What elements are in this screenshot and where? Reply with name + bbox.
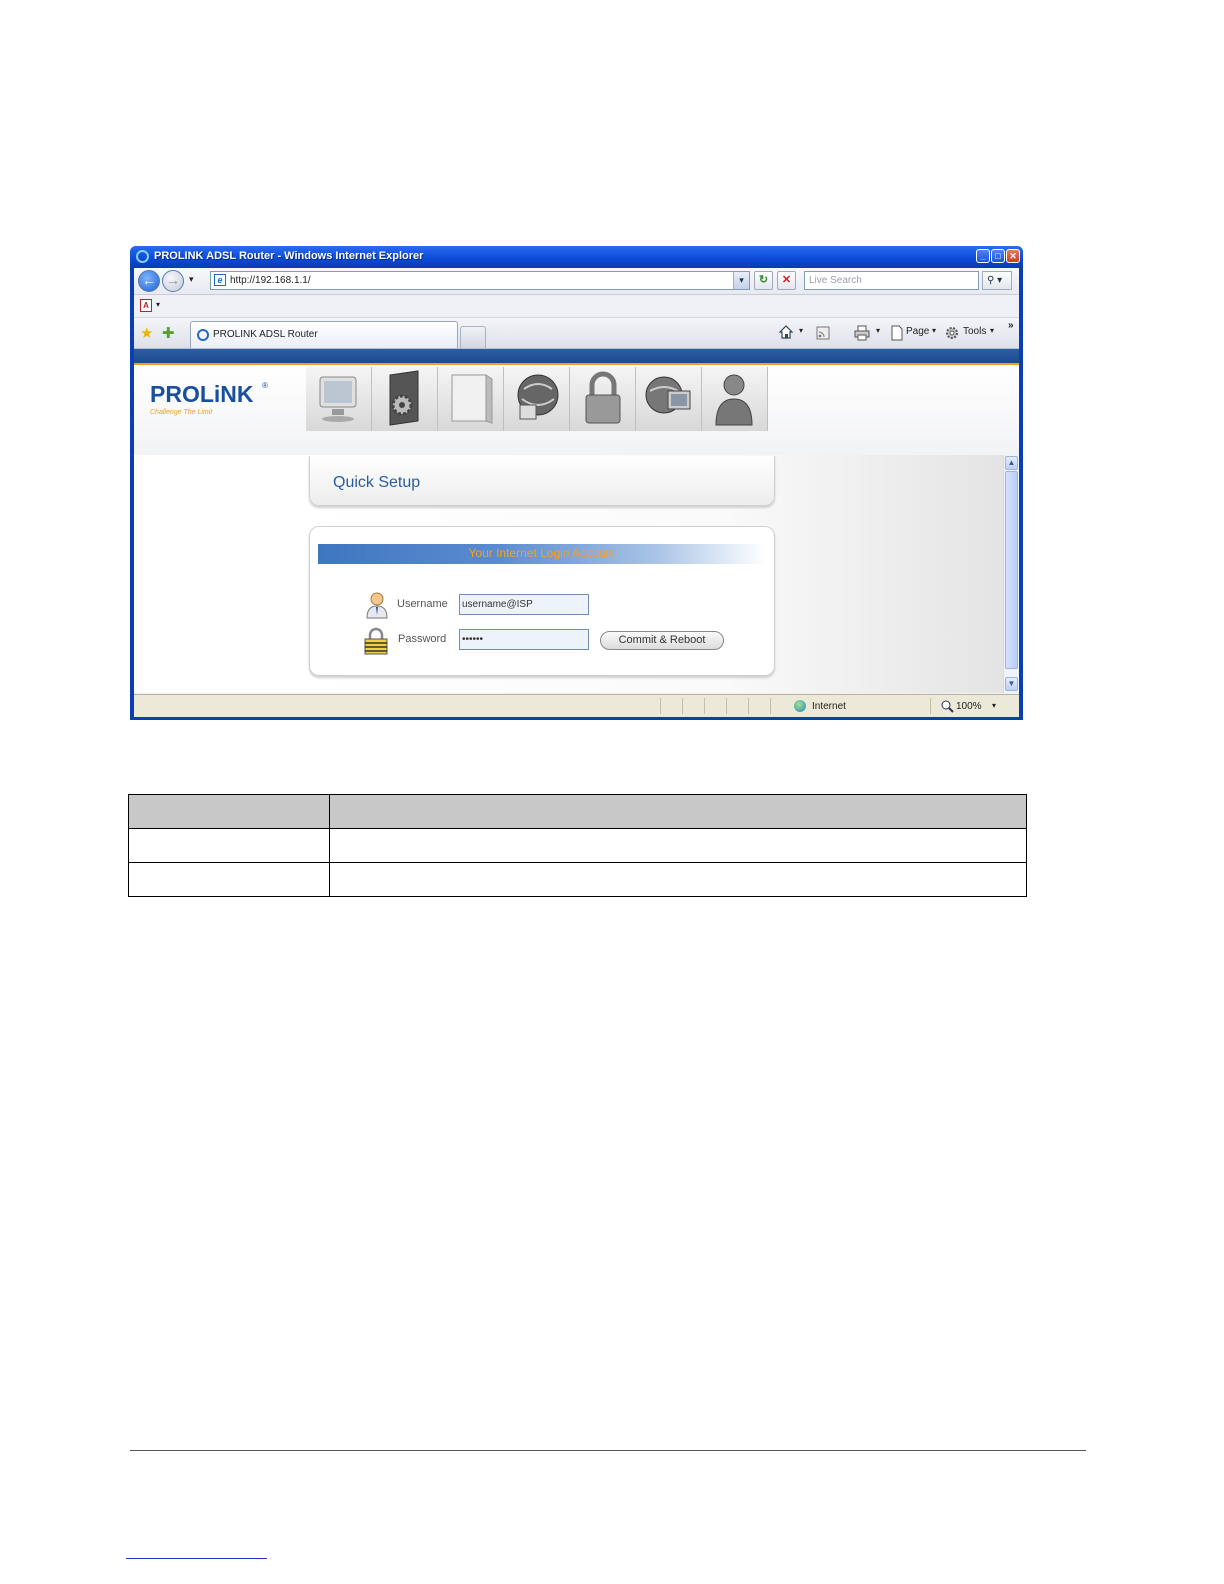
scroll-down-button[interactable]: ▼ [1005,677,1018,691]
tab-bar: ★ ✚ PROLINK ADSL Router ▾ ▾ Page ▾ Tools… [134,318,1019,349]
home-dropdown-icon[interactable]: ▾ [799,326,803,335]
stop-button[interactable]: ✕ [777,271,796,290]
internet-zone-icon [794,700,806,712]
page-dropdown-icon[interactable]: ▾ [932,326,936,335]
feeds-icon[interactable] [816,326,830,340]
padlock-icon [364,627,388,655]
address-dropdown-icon[interactable]: ▾ [733,272,749,289]
left-sidebar [134,455,306,693]
pdf-icon[interactable]: A [140,299,152,312]
user-icon[interactable] [702,367,768,431]
security-zone: Internet [812,701,846,712]
footer-link-underline[interactable] [126,1558,267,1559]
status-divider [748,698,749,714]
table-cell [128,794,330,829]
login-form-panel: Your Internet Login Account Username use… [309,526,775,676]
new-tab-button[interactable] [460,326,486,348]
page-menu-icon [891,325,903,341]
commit-reboot-button[interactable]: Commit & Reboot [600,631,724,650]
zoom-level[interactable]: 100% [956,701,982,712]
prolink-logo: PROLiNK [150,381,254,407]
status-divider [770,698,771,714]
table-row [128,862,1027,897]
maximize-button[interactable]: □ [991,249,1005,263]
navigation-bar: ← → ▾ e http://192.168.1.1/ ▾ ↻ ✕ Live S… [134,268,1019,295]
status-divider [930,698,931,714]
browser-window: PROLINK ADSL Router - Windows Internet E… [130,246,1023,720]
title-bar[interactable]: PROLINK ADSL Router - Windows Internet E… [130,246,1023,268]
zoom-dropdown-icon[interactable]: ▾ [992,701,996,710]
status-divider [660,698,661,714]
username-label: Username [397,598,448,610]
login-header-bar: Your Internet Login Account [318,544,766,564]
search-placeholder: Live Search [809,275,862,286]
status-divider [726,698,727,714]
page-title: Quick Setup [333,474,421,491]
status-divider [704,698,705,714]
browser-client: ← → ▾ e http://192.168.1.1/ ▾ ↻ ✕ Live S… [134,268,1019,717]
internet-globe-icon[interactable] [636,367,702,431]
history-dropdown-icon[interactable]: ▾ [189,274,194,285]
router-header: PROLiNK ® Challenge The Limit [134,365,1019,456]
login-title: Your Internet Login Account [468,546,616,560]
vertical-scrollbar[interactable]: ▲ ▼ [1003,455,1019,693]
back-button[interactable]: ← [138,270,160,292]
monitor-icon[interactable] [306,367,372,431]
web-page: PROLiNK ® Challenge The Limit Quick Setu… [134,349,1019,693]
address-bar[interactable]: e http://192.168.1.1/ ▾ [210,271,750,290]
close-button[interactable]: ✕ [1006,249,1020,263]
device-icon[interactable] [438,367,504,431]
page-menu[interactable]: Page [906,326,929,337]
logo-registered-mark: ® [262,381,268,390]
user-avatar-icon [366,592,388,619]
search-button[interactable]: ⚲ ▾ [982,271,1012,290]
ie-icon [136,250,149,263]
scroll-up-button[interactable]: ▲ [1005,456,1018,470]
tab-prolink[interactable]: PROLINK ADSL Router [190,321,458,348]
gear-icon [946,327,958,339]
home-icon[interactable] [778,324,794,340]
zoom-icon [941,700,954,713]
minimize-button[interactable]: _ [976,249,990,263]
quick-setup-panel: Quick Setup [309,456,775,506]
network-globe-icon[interactable] [504,367,570,431]
tab-label: PROLINK ADSL Router [213,329,318,340]
search-input[interactable]: Live Search [804,271,979,290]
refresh-button[interactable]: ↻ [754,271,773,290]
scroll-thumb[interactable] [1005,471,1018,669]
forward-button[interactable]: → [162,270,184,292]
table-cell [128,862,330,897]
document-table [128,794,1027,897]
address-text: http://192.168.1.1/ [230,275,311,286]
pdf-dropdown-icon[interactable]: ▾ [156,300,160,309]
table-cell [329,794,1027,829]
password-label: Password [398,633,447,645]
table-row [128,828,1027,863]
ie-tab-icon [197,329,209,341]
window-title: PROLINK ADSL Router - Windows Internet E… [154,250,424,262]
router-top-bar [134,349,1019,363]
print-icon[interactable] [854,325,870,341]
logo-slogan: Challenge The Limit [150,409,213,416]
table-cell [329,862,1027,897]
username-input[interactable]: username@ISP [459,594,589,615]
toolbar-row: A ▾ [134,295,1019,318]
lock-icon[interactable] [570,367,636,431]
status-bar: Internet 100% ▾ [134,694,1019,717]
table-cell [329,828,1027,863]
more-commands-icon[interactable]: » [1008,320,1014,331]
page-icon: e [214,274,226,286]
tools-dropdown-icon[interactable]: ▾ [990,326,994,335]
footer-rule [130,1450,1086,1451]
status-divider [682,698,683,714]
settings-icon[interactable] [372,367,438,431]
add-favorite-icon[interactable]: ✚ [162,324,175,342]
favorites-star-icon[interactable]: ★ [140,324,153,342]
print-dropdown-icon[interactable]: ▾ [876,326,880,335]
tools-menu[interactable]: Tools [963,326,986,337]
password-input[interactable]: •••••• [459,629,589,650]
table-cell [128,828,330,863]
table-header-row [128,794,1027,829]
